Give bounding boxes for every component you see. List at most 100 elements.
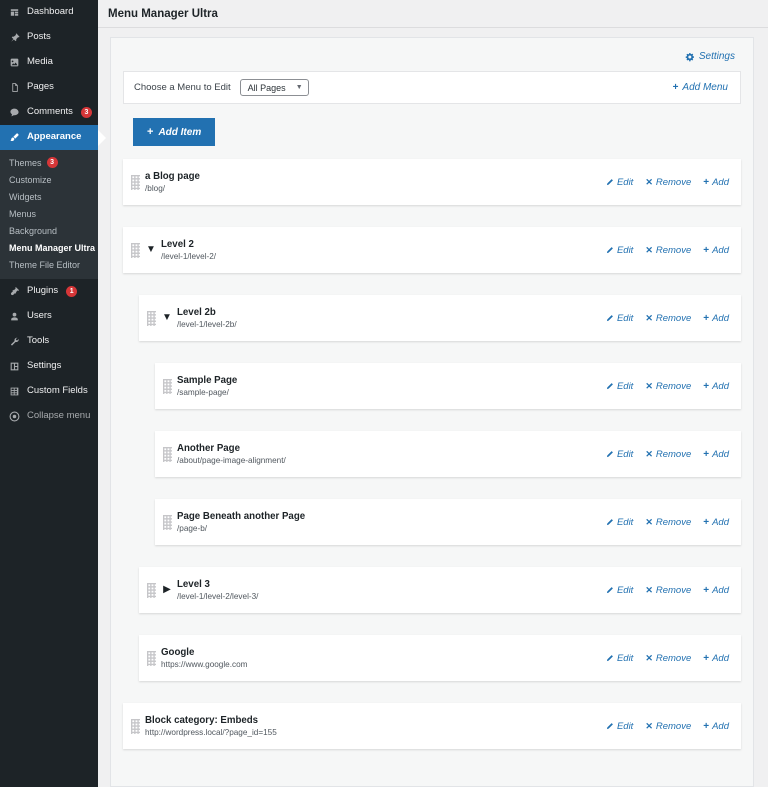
drag-handle-icon[interactable] xyxy=(147,310,156,326)
add-link[interactable]: + Add xyxy=(703,517,729,528)
add-link[interactable]: + Add xyxy=(703,653,729,664)
sidebar-item-plugins[interactable]: Plugins 1 xyxy=(0,279,98,304)
remove-link[interactable]: ✕ Remove xyxy=(645,653,691,664)
menu-item-row[interactable]: Another Page/about/page-image-alignment/… xyxy=(155,431,741,477)
submenu-item-menu-manager-ultra[interactable]: Menu Manager Ultra xyxy=(0,240,98,257)
submenu-item-widgets[interactable]: Widgets xyxy=(0,188,98,205)
remove-label: Remove xyxy=(655,652,692,664)
add-menu-link[interactable]: + Add Menu xyxy=(673,82,728,93)
plus-icon: + xyxy=(703,720,710,732)
sidebar-item-settings[interactable]: Settings xyxy=(0,354,98,379)
choose-menu-label: Choose a Menu to Edit xyxy=(134,82,231,93)
remove-label: Remove xyxy=(655,448,692,460)
menu-item-title: Level 3 xyxy=(177,578,210,590)
menu-item-row[interactable]: Sample Page/sample-page/Edit ✕ Remove + Add xyxy=(155,363,741,409)
sidebar-item-media[interactable]: Media xyxy=(0,50,98,75)
drag-handle-icon[interactable] xyxy=(163,378,172,394)
menu-item-actions: Edit ✕ Remove + Add xyxy=(605,313,729,324)
chevron-down-icon[interactable]: ▼ xyxy=(161,313,173,323)
remove-link[interactable]: ✕ Remove xyxy=(645,245,691,256)
add-label: Add xyxy=(712,652,729,664)
edit-link[interactable]: Edit xyxy=(605,653,633,664)
collapse-menu-button[interactable]: Collapse menu xyxy=(0,404,98,429)
edit-label: Edit xyxy=(616,652,634,664)
edit-link[interactable]: Edit xyxy=(605,381,633,392)
drag-handle-icon[interactable] xyxy=(163,446,172,462)
remove-link[interactable]: ✕ Remove xyxy=(645,177,691,188)
sidebar-item-label: Dashboard xyxy=(27,6,74,18)
drag-handle-icon[interactable] xyxy=(147,582,156,598)
menu-item-row[interactable]: ▶ Level 3/level-1/level-2/level-3/Edit ✕ Re… xyxy=(139,567,741,613)
sidebar-item-comments[interactable]: Comments 3 xyxy=(0,100,98,125)
submenu-item-theme-file-editor[interactable]: Theme File Editor xyxy=(0,257,98,274)
remove-link[interactable]: ✕ Remove xyxy=(645,313,691,324)
remove-label: Remove xyxy=(655,584,692,596)
sidebar-item-custom-fields[interactable]: Custom Fields xyxy=(0,379,98,404)
settings-link[interactable]: Settings xyxy=(685,51,735,62)
sidebar-item-users[interactable]: Users xyxy=(0,304,98,329)
remove-link[interactable]: ✕ Remove xyxy=(645,381,691,392)
chevron-down-icon: ▼ xyxy=(295,84,303,91)
edit-link[interactable]: Edit xyxy=(605,517,633,528)
remove-link[interactable]: ✕ Remove xyxy=(645,721,691,732)
close-icon: ✕ xyxy=(645,312,653,323)
menu-select[interactable]: All Pages ▼ xyxy=(239,79,309,96)
add-item-button[interactable]: + Add Item xyxy=(133,118,216,146)
menu-item-row[interactable]: Google https://www.google.com Edit ✕ Remove +… xyxy=(139,635,741,681)
sidebar-item-dashboard[interactable]: Dashboard xyxy=(0,0,98,25)
drag-handle-icon[interactable] xyxy=(163,514,172,530)
submenu-item-themes[interactable]: Themes 3 xyxy=(0,154,98,171)
add-link[interactable]: + Add xyxy=(703,449,729,460)
appearance-submenu: Themes 3 Customize Widgets Menus Background Me… xyxy=(0,150,98,279)
edit-link[interactable]: Edit xyxy=(605,313,633,324)
sidebar-item-pages[interactable]: Pages xyxy=(0,75,98,100)
menu-item-actions: Edit ✕ Remove + Add xyxy=(605,177,729,188)
drag-handle-icon[interactable] xyxy=(147,650,156,666)
edit-label: Edit xyxy=(616,176,634,188)
submenu-item-menus[interactable]: Menus xyxy=(0,205,98,222)
remove-link[interactable]: ✕ Remove xyxy=(645,449,691,460)
menu-item-row[interactable]: ▼ Level 2b/level-1/level-2b/Edit ✕ Remove + A… xyxy=(139,295,741,341)
plus-icon: + xyxy=(703,652,710,664)
add-label: Add xyxy=(712,448,729,460)
submenu-item-background[interactable]: Background xyxy=(0,223,98,240)
remove-link[interactable]: ✕ Remove xyxy=(645,517,691,528)
drag-handle-icon[interactable] xyxy=(131,174,140,190)
edit-label: Edit xyxy=(616,720,634,732)
edit-link[interactable]: Edit xyxy=(605,721,633,732)
sidebar-item-label: Media xyxy=(27,56,53,68)
add-link[interactable]: + Add xyxy=(703,177,729,188)
edit-link[interactable]: Edit xyxy=(605,177,633,188)
menu-item-row[interactable]: ▼ Level 2/level-1/level-2/Edit ✕ Remove + Add xyxy=(123,227,741,273)
menu-item-row[interactable]: Block category: Embeds http://wordpress.l… xyxy=(123,703,741,749)
edit-label: Edit xyxy=(616,516,634,528)
add-link[interactable]: + Add xyxy=(703,585,729,596)
edit-link[interactable]: Edit xyxy=(605,585,633,596)
pages-icon xyxy=(8,81,21,94)
chevron-down-icon[interactable]: ▼ xyxy=(145,245,157,255)
menu-item-row[interactable]: a Blog page/blog/Edit ✕ Remove + Add xyxy=(123,159,741,205)
drag-handle-icon[interactable] xyxy=(131,718,140,734)
close-icon: ✕ xyxy=(645,380,653,391)
menu-select-value: All Pages xyxy=(247,82,286,93)
edit-link[interactable]: Edit xyxy=(605,245,633,256)
menu-item-url: /level-1/level-2/level-3/ xyxy=(177,592,259,602)
close-icon: ✕ xyxy=(645,516,653,527)
menu-item-title: Sample Page xyxy=(177,374,238,386)
remove-link[interactable]: ✕ Remove xyxy=(645,585,691,596)
close-icon: ✕ xyxy=(645,176,653,187)
sidebar-item-posts[interactable]: Posts xyxy=(0,25,98,50)
add-link[interactable]: + Add xyxy=(703,381,729,392)
menu-item-row[interactable]: Page Beneath another Page/page-b/Edit ✕ Re… xyxy=(155,499,741,545)
add-link[interactable]: + Add xyxy=(703,721,729,732)
sidebar-item-label: Settings xyxy=(27,360,62,372)
sidebar-item-appearance[interactable]: Appearance xyxy=(0,125,98,150)
chevron-right-icon[interactable]: ▶ xyxy=(161,585,173,595)
submenu-item-customize[interactable]: Customize xyxy=(0,171,98,188)
edit-link[interactable]: Edit xyxy=(605,449,633,460)
add-link[interactable]: + Add xyxy=(703,313,729,324)
add-link[interactable]: + Add xyxy=(703,245,729,256)
sidebar-item-label: Posts xyxy=(27,31,51,43)
sidebar-item-tools[interactable]: Tools xyxy=(0,329,98,354)
drag-handle-icon[interactable] xyxy=(131,242,140,258)
